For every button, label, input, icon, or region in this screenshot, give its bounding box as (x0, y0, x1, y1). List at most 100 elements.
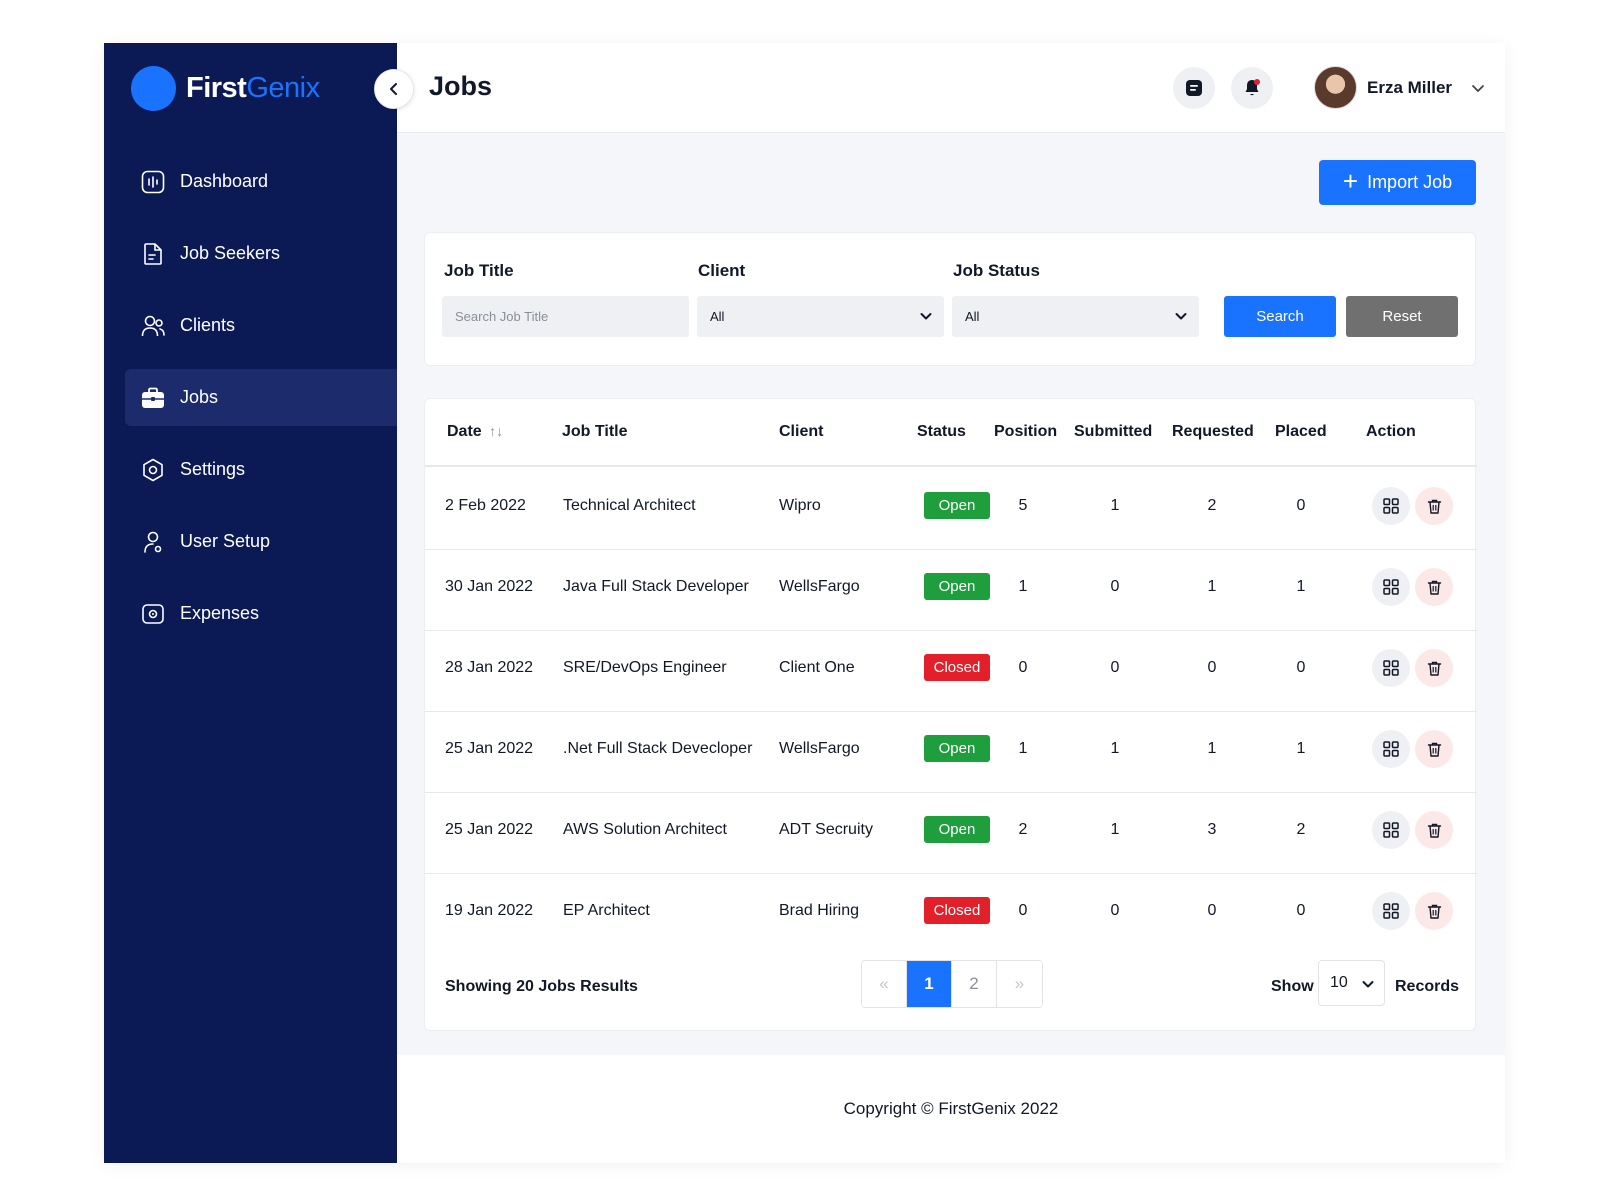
table-row: 30 Jan 2022 Java Full Stack Developer Well… (425, 548, 1477, 631)
view-job-button[interactable] (1372, 649, 1410, 687)
client-select-value: All (710, 309, 725, 324)
table-row: 2 Feb 2022 Technical Architect Wipro Open 5 1… (425, 467, 1477, 550)
brand-name: FirstGenix (186, 72, 320, 105)
view-job-button[interactable] (1372, 892, 1410, 930)
cell-date: 30 Jan 2022 (445, 578, 534, 595)
job-status-select[interactable]: All (952, 296, 1199, 337)
user-name[interactable]: Erza Miller (1367, 78, 1452, 98)
briefcase-icon (140, 385, 166, 411)
collapse-sidebar-button[interactable] (374, 69, 414, 109)
status-badge: Open (924, 735, 990, 762)
delete-job-button[interactable] (1415, 811, 1453, 849)
cell-placed: 2 (1296, 821, 1306, 838)
column-header-label: Submitted (1074, 423, 1153, 440)
cell-job-title: AWS Solution Architect (563, 821, 727, 838)
column-header-label: Client (779, 423, 824, 440)
messages-button[interactable] (1173, 67, 1215, 109)
search-button[interactable]: Search (1224, 296, 1336, 337)
view-job-button[interactable] (1372, 487, 1410, 525)
trash-icon (1427, 580, 1441, 595)
delete-job-button[interactable] (1415, 730, 1453, 768)
delete-job-button[interactable] (1415, 892, 1453, 930)
table-header-row: Date ↑↓ Job Title Client Status Position Subm… (425, 399, 1477, 467)
previous-page-button[interactable]: « (862, 961, 907, 1007)
cell-client: WellsFargo (779, 578, 860, 595)
cell-date: 28 Jan 2022 (445, 659, 534, 676)
sidebar-item-expenses[interactable]: Expenses (104, 585, 397, 642)
cell-requested: 1 (1207, 578, 1217, 595)
chevron-left-icon (390, 83, 397, 95)
app-window: FirstGenix Dashboard Job Seekers Clients Jo… (104, 43, 1505, 1163)
page-2-button[interactable]: 2 (952, 961, 997, 1007)
brand[interactable]: FirstGenix (131, 66, 320, 111)
cell-requested: 2 (1207, 497, 1217, 514)
records-per-page-select[interactable]: 10 (1318, 960, 1385, 1006)
column-header-job-title: Job Title (562, 423, 628, 441)
column-header-action: Action (1366, 423, 1416, 441)
cell-position: 0 (1018, 902, 1028, 919)
status-badge: Open (924, 492, 990, 519)
page-1-button[interactable]: 1 (907, 961, 952, 1007)
sidebar-item-label: User Setup (180, 531, 271, 551)
sidebar-item-clients[interactable]: Clients (104, 297, 397, 354)
show-label: Show (1271, 978, 1314, 995)
grid-view-icon (1383, 903, 1399, 919)
cell-submitted: 1 (1110, 497, 1120, 514)
column-header-placed: Placed (1275, 423, 1327, 441)
delete-job-button[interactable] (1415, 487, 1453, 525)
message-icon (1186, 80, 1202, 96)
trash-icon (1427, 742, 1441, 757)
column-header-label: Placed (1275, 423, 1327, 440)
cell-date: 25 Jan 2022 (445, 740, 534, 757)
column-header-date[interactable]: Date ↑↓ (447, 423, 503, 441)
sidebar-item-dashboard[interactable]: Dashboard (104, 153, 397, 210)
trash-icon (1427, 499, 1441, 514)
page-title: Jobs (429, 71, 493, 101)
results-count: Showing 20 Jobs Results (445, 978, 638, 995)
sidebar-item-user-setup[interactable]: User Setup (104, 513, 397, 570)
status-badge: Closed (924, 897, 990, 924)
cell-placed: 0 (1296, 902, 1306, 919)
pagination: «1 2» (861, 960, 1043, 1008)
notifications-button[interactable] (1231, 67, 1273, 109)
sidebar-item-settings[interactable]: Settings (104, 441, 397, 498)
delete-job-button[interactable] (1415, 568, 1453, 606)
reset-button[interactable]: Reset (1346, 296, 1458, 337)
grid-view-icon (1383, 660, 1399, 676)
bell-icon (1245, 79, 1260, 96)
cell-requested: 3 (1207, 821, 1217, 838)
settings-icon (140, 457, 166, 483)
jobs-table: Date ↑↓ Job Title Client Status Position Subm… (424, 398, 1477, 1031)
delete-job-button[interactable] (1415, 649, 1453, 687)
import-job-button[interactable]: + Import Job (1319, 160, 1476, 205)
view-job-button[interactable] (1372, 811, 1410, 849)
chevron-down-icon[interactable] (1469, 79, 1487, 97)
cell-submitted: 0 (1110, 902, 1120, 919)
cell-requested: 1 (1207, 740, 1217, 757)
cell-placed: 1 (1296, 578, 1306, 595)
cell-client: ADT Secruity (779, 821, 873, 838)
cell-position: 0 (1018, 659, 1028, 676)
sidebar-nav: Dashboard Job Seekers Clients Jobs Settings U… (104, 153, 397, 657)
view-job-button[interactable] (1372, 730, 1410, 768)
user-avatar[interactable] (1314, 66, 1357, 109)
sidebar-item-job-seekers[interactable]: Job Seekers (104, 225, 397, 282)
table-footer: Showing 20 Jobs Results «1 2» Show 10 Rec… (425, 956, 1477, 1016)
chevron-down-icon (1175, 313, 1187, 320)
next-page-button[interactable]: » (997, 961, 1042, 1007)
client-label: Client (698, 261, 746, 280)
table-row: 19 Jan 2022 EP Architect Brad Hiring Closed… (425, 872, 1477, 955)
view-job-button[interactable] (1372, 568, 1410, 606)
status-badge: Open (924, 573, 990, 600)
status-badge: Closed (924, 654, 990, 681)
job-title-search-input[interactable]: Search Job Title (442, 296, 689, 337)
sidebar-item-jobs[interactable]: Jobs (125, 369, 397, 426)
records-per-page-value: 10 (1330, 974, 1348, 991)
grid-view-icon (1383, 822, 1399, 838)
sort-icon[interactable]: ↑↓ (489, 423, 503, 439)
cell-client: Client One (779, 659, 855, 676)
status-badge: Open (924, 816, 990, 843)
client-select[interactable]: All (697, 296, 944, 337)
column-header-requested: Requested (1172, 423, 1254, 441)
column-header-client: Client (779, 423, 823, 441)
